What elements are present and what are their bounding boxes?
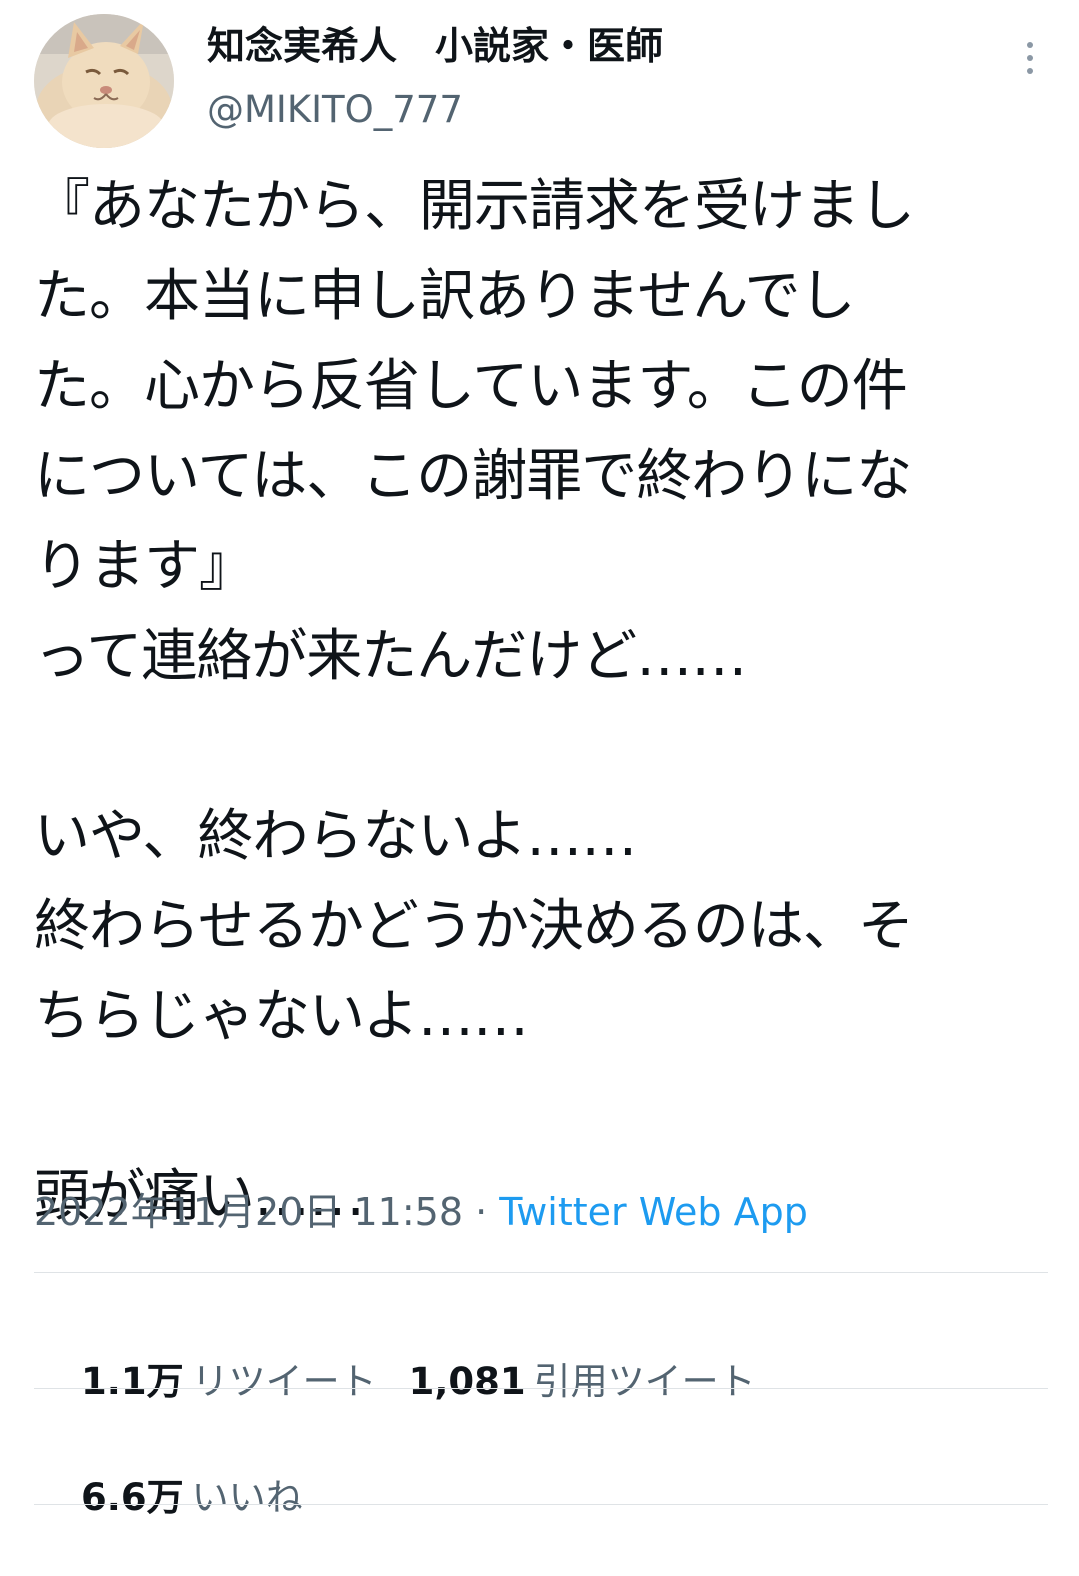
likes-label: いいね: [191, 1476, 303, 1519]
tweet-text-line: ります』: [34, 534, 255, 599]
tweet-text: 『あなたから、開示請求を受けまし た。本当に申し訳ありませんでし た。心から反省…: [34, 162, 1054, 1242]
avatar[interactable]: [34, 14, 174, 148]
more-vertical-icon[interactable]: [1010, 30, 1050, 86]
divider: [34, 1272, 1048, 1273]
tweet-text-line: いや、終わらないよ……: [34, 804, 637, 869]
quote-tweets-stat[interactable]: 1,081 引用ツイート: [409, 1356, 756, 1408]
quote-tweets-count: 1,081: [408, 1360, 526, 1403]
display-name[interactable]: 知念実希人 小説家・医師: [207, 22, 663, 70]
retweets-label: リツイート: [191, 1360, 377, 1403]
likes-stat[interactable]: 6.6万 いいね: [81, 1472, 303, 1524]
more-dot: [1027, 55, 1033, 61]
retweets-stat[interactable]: 1.1万 リツイート: [81, 1356, 377, 1408]
likes-count: 6.6万: [81, 1476, 184, 1519]
quote-tweets-label: 引用ツイート: [533, 1360, 756, 1403]
tweet-source-link[interactable]: Twitter Web App: [499, 1190, 808, 1234]
meta-separator: ·: [463, 1190, 500, 1234]
tweet-text-line: 『あなたから、開示請求を受けまし: [34, 174, 915, 239]
likes-stats-row: 6.6万 いいね: [34, 1420, 335, 1576]
more-dot: [1027, 68, 1033, 74]
divider: [34, 1388, 1048, 1389]
tweet-text-line: って連絡が来たんだけど……: [34, 624, 747, 689]
tweet-text-blank-line: [34, 1062, 1054, 1152]
cat-avatar-image: [34, 14, 174, 148]
tweet-meta: 2022年11月20日 11:58 · Twitter Web App: [34, 1186, 808, 1238]
tweet-text-line: た。本当に申し訳ありませんでし: [34, 264, 856, 329]
tweet-text-blank-line: [34, 702, 1054, 792]
tweet-detail: 知念実希人 小説家・医師 @MIKITO_777 『あなたから、開示請求を受けま…: [0, 0, 1079, 1519]
tweet-text-line: 終わらせるかどうか決めるのは、そ: [34, 894, 914, 959]
more-dot: [1027, 42, 1033, 48]
tweet-text-line: については、この謝罪で終わりにな: [34, 444, 912, 509]
divider: [34, 1504, 1048, 1505]
tweet-header: 知念実希人 小説家・医師 @MIKITO_777: [34, 14, 1054, 148]
tweet-text-line: ちらじゃないよ……: [34, 984, 529, 1049]
tweet-text-line: た。心から反省しています。この件: [34, 354, 908, 419]
user-handle[interactable]: @MIKITO_777: [207, 86, 463, 134]
retweets-count: 1.1万: [81, 1360, 184, 1403]
tweet-timestamp[interactable]: 2022年11月20日 11:58: [34, 1190, 463, 1234]
